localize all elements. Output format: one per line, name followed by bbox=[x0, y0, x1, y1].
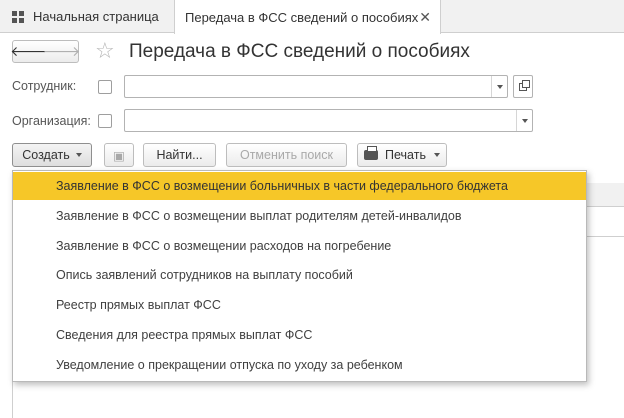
organization-label: Организация: bbox=[12, 114, 91, 128]
menu-item-sick-leave-federal[interactable]: Заявление в ФСС о возмещении больничных … bbox=[13, 172, 586, 200]
print-button-label: Печать bbox=[385, 148, 426, 162]
organization-field[interactable] bbox=[124, 109, 533, 132]
menu-item-disabled-children-payments[interactable]: Заявление в ФСС о возмещении выплат роди… bbox=[13, 202, 586, 230]
tab-fss-benefits[interactable]: Передача в ФСС сведений о пособиях ✕ bbox=[174, 0, 441, 34]
cancel-search-button-label: Отменить поиск bbox=[239, 148, 333, 162]
tab-home[interactable]: Начальная страница bbox=[0, 0, 172, 33]
cancel-search-button[interactable]: Отменить поиск bbox=[226, 143, 347, 167]
chevron-down-icon bbox=[433, 153, 440, 157]
create-button-label: Создать bbox=[22, 148, 70, 162]
create-menu: Заявление в ФСС о возмещении больничных … bbox=[12, 170, 587, 382]
employee-label: Сотрудник: bbox=[12, 79, 77, 93]
grid-icon bbox=[12, 10, 24, 23]
page-title: Передача в ФСС сведений о пособиях bbox=[129, 41, 470, 62]
back-button[interactable]: 🡐 bbox=[10, 40, 48, 63]
menu-item-childcare-leave-termination[interactable]: Уведомление о прекращении отпуска по ухо… bbox=[13, 351, 586, 379]
menu-item-direct-payments-info[interactable]: Сведения для реестра прямых выплат ФСС bbox=[13, 321, 586, 349]
forward-button[interactable]: 🡒 bbox=[42, 40, 81, 63]
menu-item-direct-payments-register[interactable]: Реестр прямых выплат ФСС bbox=[13, 291, 586, 319]
open-employee-button[interactable] bbox=[513, 75, 533, 98]
organization-filter-checkbox[interactable] bbox=[98, 114, 112, 128]
chevron-down-icon bbox=[496, 84, 503, 89]
organization-dropdown-button[interactable] bbox=[516, 110, 532, 131]
menu-item-applications-inventory[interactable]: Опись заявлений сотрудников на выплату п… bbox=[13, 261, 586, 289]
open-form-icon bbox=[519, 79, 530, 91]
document-action-button[interactable]: ▣ bbox=[104, 143, 134, 167]
find-button-label: Найти... bbox=[156, 148, 203, 162]
employee-filter-checkbox[interactable] bbox=[98, 80, 112, 94]
create-button[interactable]: Создать bbox=[12, 143, 92, 167]
employee-field[interactable] bbox=[124, 75, 508, 98]
printer-icon bbox=[364, 146, 379, 160]
find-button[interactable]: Найти... bbox=[143, 143, 216, 167]
arrow-right-icon: 🡒 bbox=[42, 43, 81, 59]
document-icon: ▣ bbox=[113, 148, 125, 163]
star-icon[interactable]: ☆ bbox=[95, 38, 115, 64]
close-icon[interactable]: ✕ bbox=[419, 9, 431, 26]
chevron-down-icon bbox=[75, 153, 82, 157]
chevron-down-icon bbox=[521, 118, 528, 123]
tab-home-label: Начальная страница bbox=[33, 9, 159, 24]
menu-item-burial-expenses[interactable]: Заявление в ФСС о возмещении расходов на… bbox=[13, 232, 586, 260]
tab-bar: Начальная страница Передача в ФСС сведен… bbox=[0, 0, 624, 34]
print-button[interactable]: Печать bbox=[357, 143, 447, 167]
tab-fss-benefits-label: Передача в ФСС сведений о пособиях bbox=[185, 9, 419, 25]
employee-dropdown-button[interactable] bbox=[491, 76, 507, 97]
